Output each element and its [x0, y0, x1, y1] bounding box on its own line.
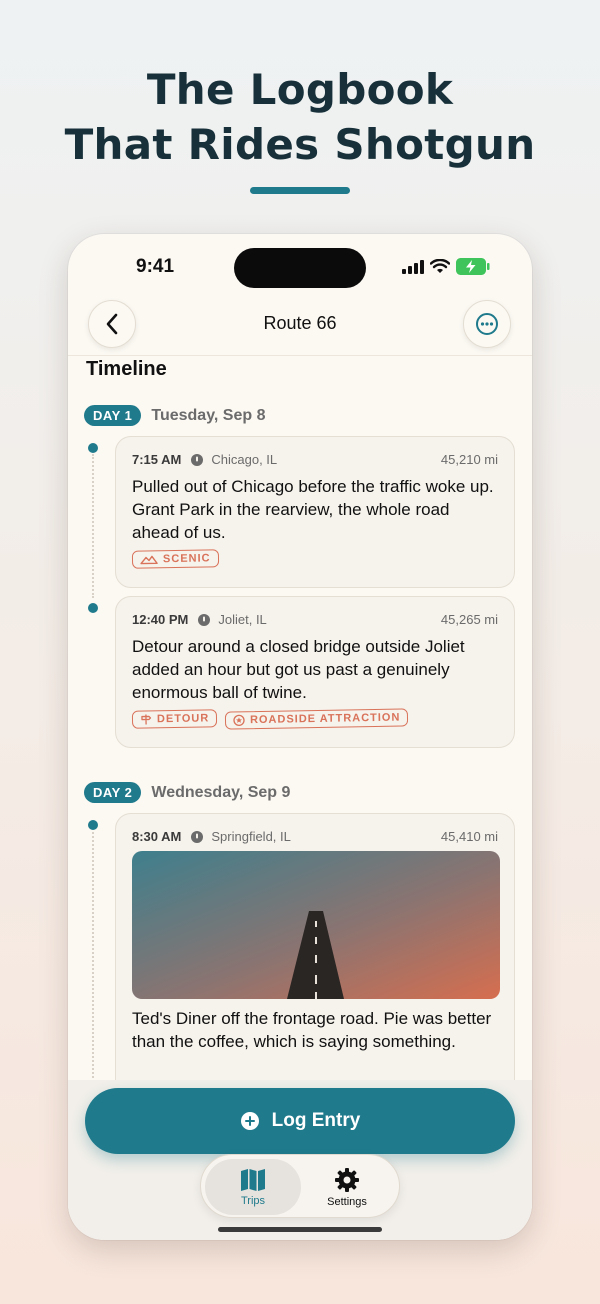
entry-card[interactable]: 12:40 PM Joliet, IL 45,265 mi Detour aro…	[115, 596, 515, 748]
entry-card[interactable]: 7:15 AM Chicago, IL 45,210 mi Pulled out…	[115, 436, 515, 588]
location-pin-icon	[191, 830, 204, 843]
tag-detour[interactable]: DETOUR	[131, 709, 218, 729]
timeline-dot	[88, 603, 98, 613]
signpost-icon	[141, 714, 152, 725]
map-icon	[241, 1168, 265, 1191]
entry-time: 7:15 AM	[132, 452, 182, 467]
timeline-line	[92, 832, 94, 1082]
more-icon	[476, 313, 498, 335]
entry-time: 8:30 AM	[132, 829, 182, 844]
entry-meta: 8:30 AM Springfield, IL 45,410 mi	[132, 829, 498, 844]
plus-circle-icon	[240, 1112, 259, 1130]
entry-place: Springfield, IL	[211, 829, 291, 844]
timeline-dot	[88, 443, 98, 453]
entry-mileage: 45,210 mi	[440, 452, 498, 467]
timeline-dot	[88, 820, 98, 830]
entry-mileage: 45,265 mi	[440, 612, 498, 627]
tab-label: Settings	[327, 1195, 367, 1208]
tab-label: Trips	[240, 1194, 266, 1207]
log-entry-button[interactable]: Log Entry	[85, 1088, 515, 1154]
entry-tags: SCENIC	[131, 549, 498, 569]
day-date: Wednesday, Sep 9	[151, 783, 291, 801]
tab-trips[interactable]: Trips	[205, 1159, 301, 1215]
entry-place: Joliet, IL	[218, 612, 267, 627]
tag-label: SCENIC	[162, 552, 211, 566]
day-header: DAY 1 Tuesday, Sep 8	[84, 405, 266, 426]
nav-bar: Route 66	[68, 294, 532, 356]
entry-meta: 12:40 PM Joliet, IL 45,265 mi	[132, 612, 498, 627]
dynamic-island	[234, 248, 366, 288]
entry-text: Pulled out of Chicago before the traffic…	[132, 477, 494, 542]
tag-label: DETOUR	[156, 712, 210, 726]
entry-card[interactable]: 8:30 AM Springfield, IL 45,410 mi Ted's …	[115, 813, 515, 1103]
mountain-icon	[140, 555, 158, 565]
entry-meta: 7:15 AM Chicago, IL 45,210 mi	[132, 452, 498, 467]
headline-line-1: The Logbook	[146, 65, 454, 114]
entry-text: Ted's Diner off the frontage road. Pie w…	[132, 1009, 492, 1051]
battery-charging-icon	[456, 258, 490, 275]
section-title: Timeline	[86, 358, 167, 380]
location-pin-icon	[191, 453, 204, 466]
status-icons	[402, 258, 490, 275]
entry-tags: DETOUR ROADSIDE ATTRACTION	[131, 708, 498, 730]
home-indicator	[218, 1227, 382, 1232]
more-options-button[interactable]	[463, 300, 511, 348]
status-bar: 9:41	[68, 234, 532, 294]
tag-roadside-attraction[interactable]: ROADSIDE ATTRACTION	[225, 708, 409, 730]
tag-scenic[interactable]: SCENIC	[131, 549, 219, 569]
day-date: Tuesday, Sep 8	[151, 406, 266, 424]
cellular-signal-icon	[402, 259, 424, 274]
day-pill: DAY 1	[84, 405, 142, 426]
log-entry-label: Log Entry	[271, 1110, 361, 1131]
wifi-icon	[430, 259, 450, 273]
day-header: DAY 2 Wednesday, Sep 9	[84, 782, 290, 803]
road-photo[interactable]	[132, 851, 500, 999]
timeline-line	[92, 454, 94, 598]
headline: The Logbook That Rides Shotgun	[0, 62, 600, 172]
entry-text: Detour around a closed bridge outside Jo…	[132, 637, 465, 702]
star-badge-icon	[233, 714, 245, 727]
entry-time: 12:40 PM	[132, 612, 189, 627]
location-pin-icon	[198, 613, 211, 626]
entry-place: Chicago, IL	[211, 452, 278, 467]
headline-accent-bar	[250, 187, 350, 194]
status-time: 9:41	[136, 256, 175, 277]
gear-icon	[335, 1167, 359, 1192]
tab-settings[interactable]: Settings	[299, 1159, 395, 1215]
entry-mileage: 45,410 mi	[440, 829, 498, 844]
headline-line-2: That Rides Shotgun	[64, 120, 536, 169]
tab-bar: Trips Settings	[200, 1154, 400, 1218]
tag-label: ROADSIDE ATTRACTION	[250, 711, 401, 727]
phone-frame: 9:41 Route 66 Timeline DAY 1 Tuesday, Se…	[68, 234, 532, 1240]
day-pill: DAY 2	[84, 782, 142, 803]
